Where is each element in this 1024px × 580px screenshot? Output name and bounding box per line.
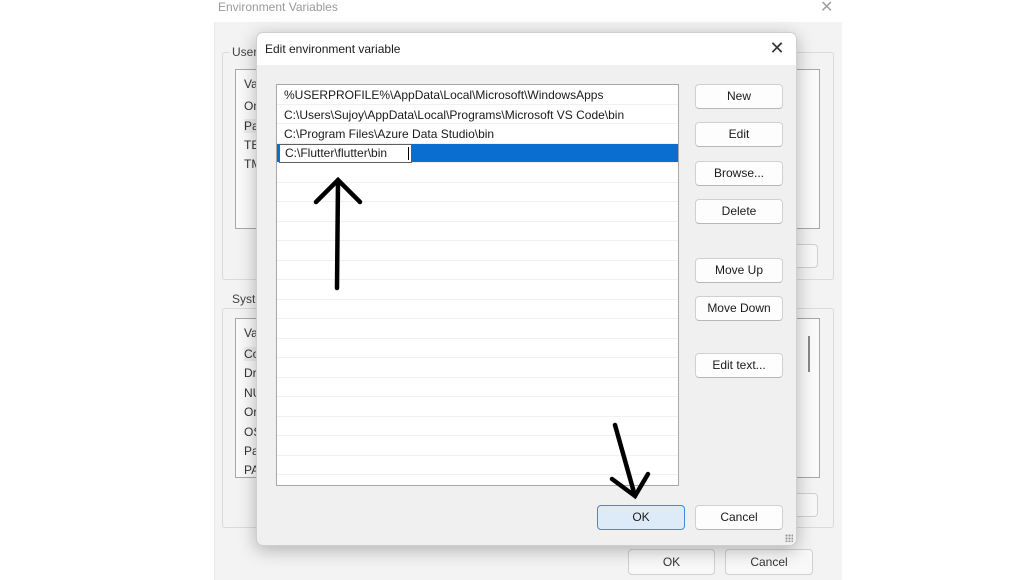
list-item-empty [277, 183, 678, 202]
delete-button[interactable]: Delete [695, 199, 783, 224]
edit-env-var-dialog: Edit environment variable ✕ %USERPROFILE… [256, 32, 797, 546]
list-item-empty [277, 163, 678, 183]
path-edit-input[interactable] [279, 143, 412, 163]
ok-button[interactable]: OK [597, 505, 685, 530]
system-list-scrollbar[interactable] [808, 336, 810, 372]
list-item-selected[interactable] [277, 143, 678, 163]
system-list-row[interactable]: Dr [244, 366, 257, 380]
edit-button[interactable]: Edit [695, 122, 783, 147]
list-item-text: %USERPROFILE%\AppData\Local\Microsoft\Wi… [284, 88, 604, 102]
move-down-button[interactable]: Move Down [695, 296, 783, 321]
list-item-empty [277, 319, 678, 339]
edit-text-button[interactable]: Edit text... [695, 353, 783, 378]
outer-window-title: Environment Variables [218, 0, 338, 14]
list-item-empty [277, 436, 678, 456]
list-item-empty [277, 280, 678, 300]
cancel-button[interactable]: Cancel [695, 505, 783, 530]
new-button[interactable]: New [695, 84, 783, 109]
text-caret [408, 146, 409, 160]
list-item-empty [277, 202, 678, 222]
list-item[interactable]: C:\Users\Sujoy\AppData\Local\Programs\Mi… [277, 105, 678, 124]
path-entries-list[interactable]: %USERPROFILE%\AppData\Local\Microsoft\Wi… [276, 84, 679, 486]
list-item-empty [277, 358, 678, 378]
resize-grip-icon[interactable] [785, 534, 793, 542]
dialog-title: Edit environment variable [265, 42, 401, 56]
browse-button[interactable]: Browse... [695, 161, 783, 186]
move-up-button[interactable]: Move Up [695, 258, 783, 283]
dialog-titlebar: Edit environment variable ✕ [257, 33, 796, 65]
list-item[interactable]: %USERPROFILE%\AppData\Local\Microsoft\Wi… [277, 85, 678, 105]
list-item-text: C:\Program Files\Azure Data Studio\bin [284, 127, 495, 141]
outer-close-icon[interactable]: ✕ [820, 0, 833, 17]
list-item-empty [277, 417, 678, 436]
close-icon[interactable]: ✕ [766, 37, 788, 59]
outer-ok-button[interactable]: OK [628, 549, 715, 575]
list-item-empty [277, 261, 678, 280]
list-item-empty [277, 300, 678, 319]
list-item-empty [277, 456, 678, 475]
list-item[interactable]: C:\Program Files\Azure Data Studio\bin [277, 124, 678, 144]
list-item-empty [277, 397, 678, 417]
list-item-text: C:\Users\Sujoy\AppData\Local\Programs\Mi… [284, 107, 625, 122]
list-item-empty [277, 378, 678, 397]
user-variables-label: User [230, 45, 260, 59]
list-item-empty [277, 339, 678, 358]
list-item-empty [277, 222, 678, 241]
outer-cancel-button[interactable]: Cancel [725, 549, 813, 575]
list-item-empty [277, 241, 678, 261]
